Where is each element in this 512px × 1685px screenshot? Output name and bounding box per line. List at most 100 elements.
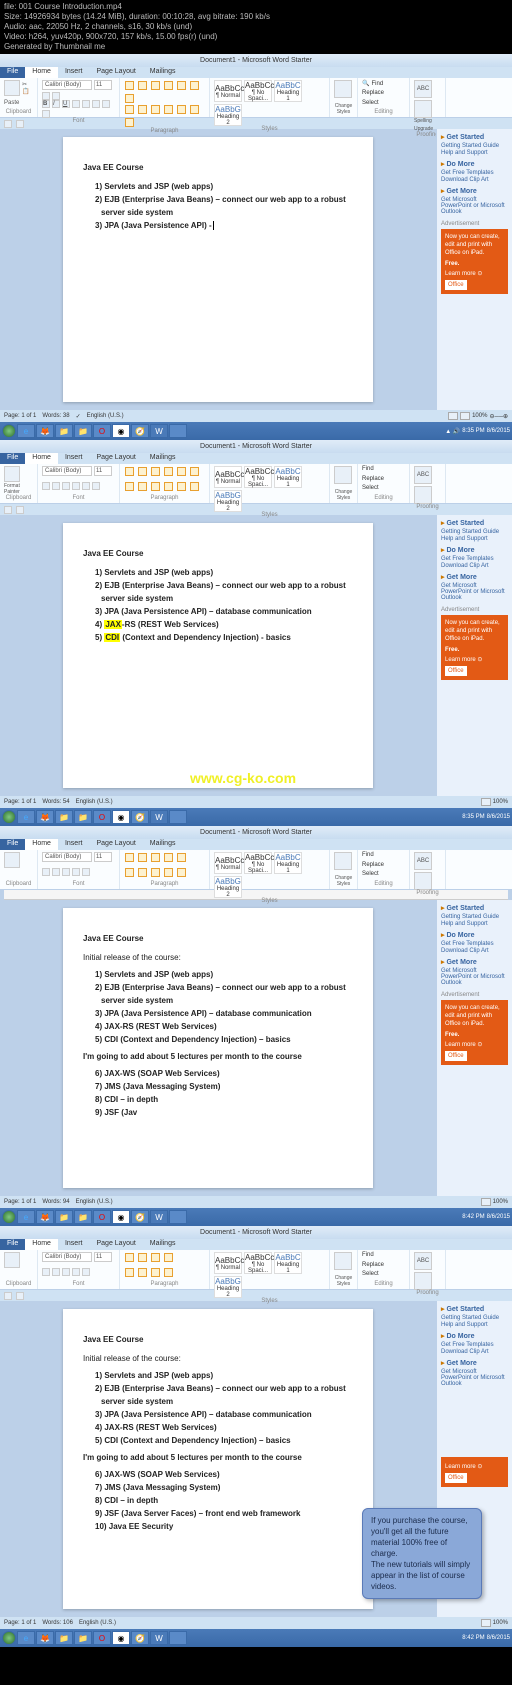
style-normal[interactable]: AaBbCcDc¶ Normal (214, 466, 242, 488)
paste-icon[interactable] (4, 80, 20, 96)
view-icon[interactable] (481, 798, 491, 806)
underline-icon[interactable] (62, 868, 70, 876)
italic-icon[interactable] (52, 482, 60, 490)
style-heading1[interactable]: AaBbCHeading 1 (274, 1252, 302, 1274)
sb-templates[interactable]: Get Free Templates (441, 170, 508, 176)
highlight-icon[interactable] (72, 868, 80, 876)
document-page[interactable]: Java EE Course 1) Servlets and JSP (web … (63, 137, 373, 402)
style-heading1[interactable]: AaBbCHeading 1 (274, 466, 302, 488)
tab-page-layout[interactable]: Page Layout (89, 67, 142, 78)
sb-guide[interactable]: Getting Started Guide (441, 1315, 508, 1321)
italic-icon[interactable]: I (52, 100, 60, 108)
italic-icon[interactable] (52, 868, 60, 876)
tab-file[interactable]: File (0, 453, 25, 464)
view-icon[interactable] (448, 412, 458, 420)
chrome-icon[interactable]: ◉ (112, 1210, 130, 1224)
align-right-icon[interactable] (151, 105, 160, 114)
sb-help[interactable]: Help and Support (441, 150, 508, 156)
taskbar-icon[interactable] (169, 810, 187, 824)
chrome-icon[interactable]: ◉ (112, 424, 130, 438)
spelling-icon[interactable]: ABC (414, 466, 432, 484)
spelling-icon[interactable]: ABC (414, 80, 432, 98)
sb-help[interactable]: Help and Support (441, 536, 508, 542)
select-button[interactable]: Select (362, 100, 405, 106)
paste-icon[interactable] (4, 466, 20, 482)
tab-home[interactable]: Home (25, 453, 58, 464)
indent-icon[interactable] (164, 467, 173, 476)
marks-icon[interactable] (190, 467, 199, 476)
align-icon[interactable] (138, 1268, 147, 1277)
style-normal[interactable]: AaBbCcDc¶ Normal (214, 1252, 242, 1274)
spacing-icon[interactable] (177, 482, 186, 491)
sb-ppt[interactable]: Get Microsoft PowerPoint or Microsoft Ou… (441, 968, 508, 986)
align-icon[interactable] (151, 868, 160, 877)
view-icon[interactable] (481, 1619, 491, 1627)
tab-page-layout[interactable]: Page Layout (89, 453, 142, 464)
sb-help[interactable]: Help and Support (441, 921, 508, 927)
show-marks-icon[interactable] (125, 94, 134, 103)
sb-clipart[interactable]: Download Clip Art (441, 948, 508, 954)
indent-icon[interactable] (151, 467, 160, 476)
tab-mailings[interactable]: Mailings (143, 1239, 183, 1250)
explorer-icon[interactable]: 📁 (74, 1631, 92, 1645)
line-spacing-icon[interactable] (177, 105, 186, 114)
find-button[interactable]: 🔍 Find (362, 80, 405, 87)
font-size-select[interactable]: 11 (94, 1252, 112, 1262)
tab-file[interactable]: File (0, 1239, 25, 1250)
style-nospacing[interactable]: AaBbCcDc¶ No Spaci... (244, 80, 272, 102)
bold-icon[interactable] (42, 482, 50, 490)
sb-ppt[interactable]: Get Microsoft PowerPoint or Microsoft Ou… (441, 583, 508, 601)
underline-icon[interactable]: U (62, 100, 70, 108)
align-icon[interactable] (164, 482, 173, 491)
replace-button[interactable]: Replace (362, 1262, 405, 1268)
strike-icon[interactable] (72, 482, 80, 490)
shading-icon[interactable] (190, 105, 199, 114)
office-ipad-ad[interactable]: Now you can create, edit and print with … (441, 1000, 508, 1065)
replace-button[interactable]: Replace (362, 90, 405, 96)
copy-button[interactable]: 📋 (22, 88, 29, 95)
grow-font-icon[interactable] (42, 92, 50, 100)
style-normal[interactable]: AaBbCcDc¶ Normal (214, 852, 242, 874)
opera-icon[interactable]: O (93, 1210, 111, 1224)
explorer-icon[interactable]: 📁 (74, 1210, 92, 1224)
borders-icon[interactable] (177, 868, 186, 877)
style-normal[interactable]: AaBbCcDc¶ Normal (214, 80, 242, 102)
upgrade-icon[interactable] (414, 1272, 432, 1290)
explorer-icon[interactable]: 📁 (74, 810, 92, 824)
word-icon[interactable]: W (150, 424, 168, 438)
find-button[interactable]: Find (362, 852, 405, 858)
align-icon[interactable] (125, 482, 134, 491)
align-icon[interactable] (151, 482, 160, 491)
upgrade-icon[interactable] (414, 100, 432, 118)
tab-mailings[interactable]: Mailings (143, 67, 183, 78)
style-heading1[interactable]: AaBbCHeading 1 (274, 80, 302, 102)
tab-file[interactable]: File (0, 839, 25, 850)
spelling-icon[interactable]: ABC (414, 1252, 432, 1270)
numbering-icon[interactable] (138, 1253, 147, 1262)
find-button[interactable]: Find (362, 466, 405, 472)
qat-icon[interactable] (16, 506, 24, 514)
qat-icon[interactable] (4, 120, 12, 128)
chrome-icon[interactable]: ◉ (112, 810, 130, 824)
safari-icon[interactable]: 🧭 (131, 424, 149, 438)
document-page[interactable]: Java EE Course Initial release of the co… (63, 1309, 373, 1609)
style-nospacing[interactable]: AaBbCcDc¶ No Spaci... (244, 852, 272, 874)
italic-icon[interactable] (52, 1268, 60, 1276)
sb-clipart[interactable]: Download Clip Art (441, 1349, 508, 1355)
font-size-select[interactable]: 11 (94, 852, 112, 862)
change-styles-icon[interactable] (334, 852, 352, 870)
tab-insert[interactable]: Insert (58, 67, 90, 78)
sb-ppt[interactable]: Get Microsoft PowerPoint or Microsoft Ou… (441, 1369, 508, 1387)
replace-button[interactable]: Replace (362, 476, 405, 482)
multilevel-icon[interactable] (151, 81, 160, 90)
bold-icon[interactable] (42, 1268, 50, 1276)
word-icon[interactable]: W (150, 1210, 168, 1224)
tab-home[interactable]: Home (25, 839, 58, 850)
bullets-icon[interactable] (125, 81, 134, 90)
office-ipad-ad[interactable]: Now you can create, edit and print with … (441, 615, 508, 680)
firefox-icon[interactable]: 🦊 (36, 810, 54, 824)
marks-icon[interactable] (177, 853, 186, 862)
bold-icon[interactable] (42, 868, 50, 876)
align-icon[interactable] (125, 1268, 134, 1277)
indent-icon[interactable] (151, 1253, 160, 1262)
